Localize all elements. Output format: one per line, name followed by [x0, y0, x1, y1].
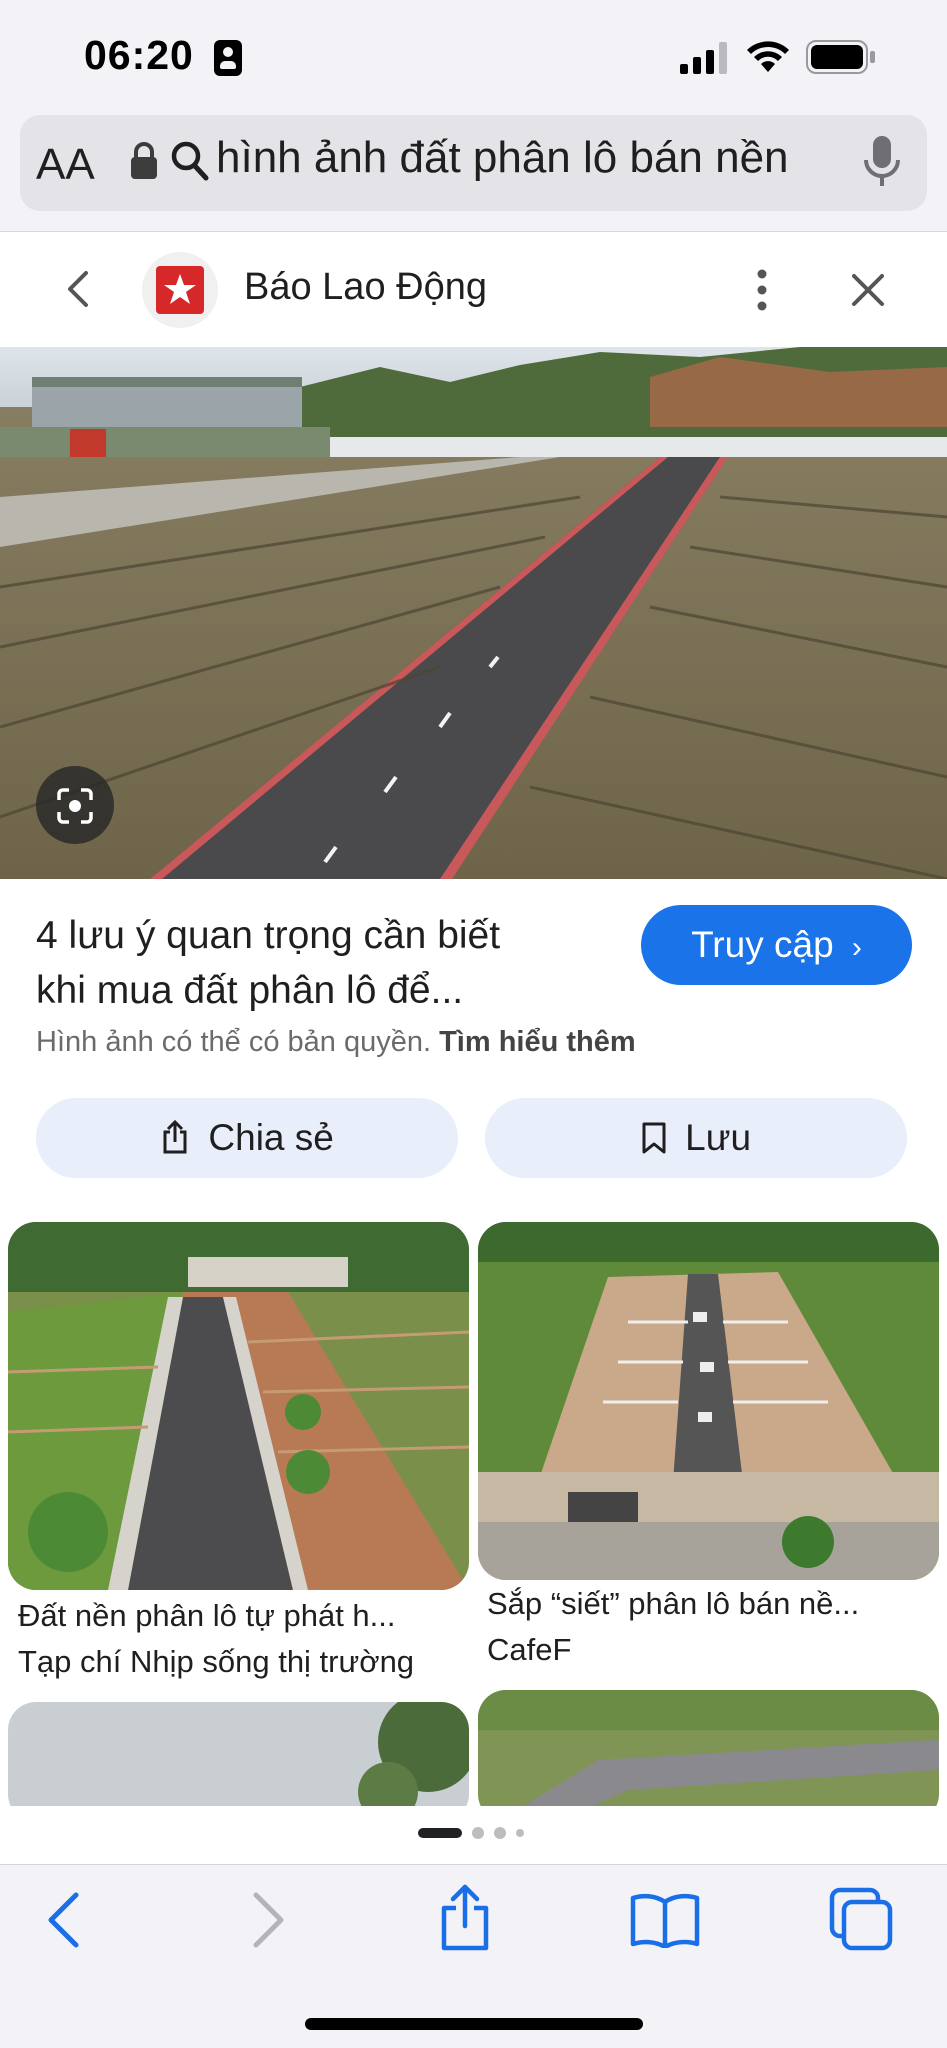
forward-icon[interactable]: [252, 1892, 286, 1948]
contact-card-icon: [214, 40, 242, 76]
visit-button[interactable]: Truy cập ›: [641, 905, 912, 985]
home-indicator: [305, 2018, 643, 2030]
more-options-icon[interactable]: [750, 268, 774, 312]
source-name[interactable]: Báo Lao Động: [244, 266, 487, 309]
lock-icon: [131, 142, 157, 179]
back-icon[interactable]: [46, 1892, 80, 1948]
save-button[interactable]: Lưu: [485, 1098, 907, 1178]
related-source-1: Tạp chí Nhịp sống thị trường: [18, 1644, 415, 1679]
save-label: Lưu: [685, 1117, 752, 1158]
result-title-line1: 4 lưu ý quan trọng cần biết: [36, 914, 501, 957]
text-size-button[interactable]: AA: [36, 140, 95, 190]
related-caption-2[interactable]: Sắp “siết” phân lô bán nề...: [487, 1586, 927, 1622]
related-image-1[interactable]: [8, 1222, 469, 1590]
result-title-line2: khi mua đất phân lô để...: [36, 969, 464, 1012]
page-indicator: [418, 1827, 524, 1839]
share-button[interactable]: Chia sẻ: [36, 1098, 458, 1178]
back-chevron-icon[interactable]: [66, 270, 90, 308]
battery-icon: [806, 40, 875, 74]
star-icon: [164, 274, 196, 304]
related-source-2: CafeF: [487, 1632, 572, 1667]
related-caption-1[interactable]: Đất nền phân lô tự phát h...: [18, 1598, 458, 1634]
result-title[interactable]: 4 lưu ý quan trọng cần biết khi mua đất …: [36, 908, 616, 1018]
status-time: 06:20: [84, 32, 194, 78]
wifi-icon: [747, 41, 789, 72]
microphone-icon[interactable]: [862, 134, 902, 190]
bookmarks-icon[interactable]: [630, 1892, 700, 1948]
copyright-notice: Hình ảnh có thể có bản quyền. Tìm hiểu t…: [36, 1026, 636, 1059]
copyright-text: Hình ảnh có thể có bản quyền.: [36, 1026, 432, 1058]
share-sheet-icon[interactable]: [438, 1884, 492, 1952]
close-icon[interactable]: [850, 272, 886, 308]
main-image[interactable]: [0, 347, 947, 879]
tabs-icon[interactable]: [828, 1886, 894, 1952]
related-image-4[interactable]: [478, 1690, 939, 1822]
visit-label: Truy cập: [691, 924, 834, 965]
search-query[interactable]: hình ảnh đất phân lô bán nền: [216, 133, 789, 183]
related-image-2[interactable]: [478, 1222, 939, 1580]
bookmark-icon: [642, 1122, 666, 1154]
search-icon: [171, 141, 209, 181]
related-image-3[interactable]: [8, 1702, 469, 1822]
share-label: Chia sẻ: [208, 1117, 334, 1158]
share-icon: [163, 1119, 187, 1154]
learn-more-link[interactable]: Tìm hiểu thêm: [439, 1026, 636, 1058]
chevron-right-icon: ›: [851, 931, 862, 964]
lens-icon: [57, 788, 93, 824]
signal-icon: [680, 42, 727, 74]
